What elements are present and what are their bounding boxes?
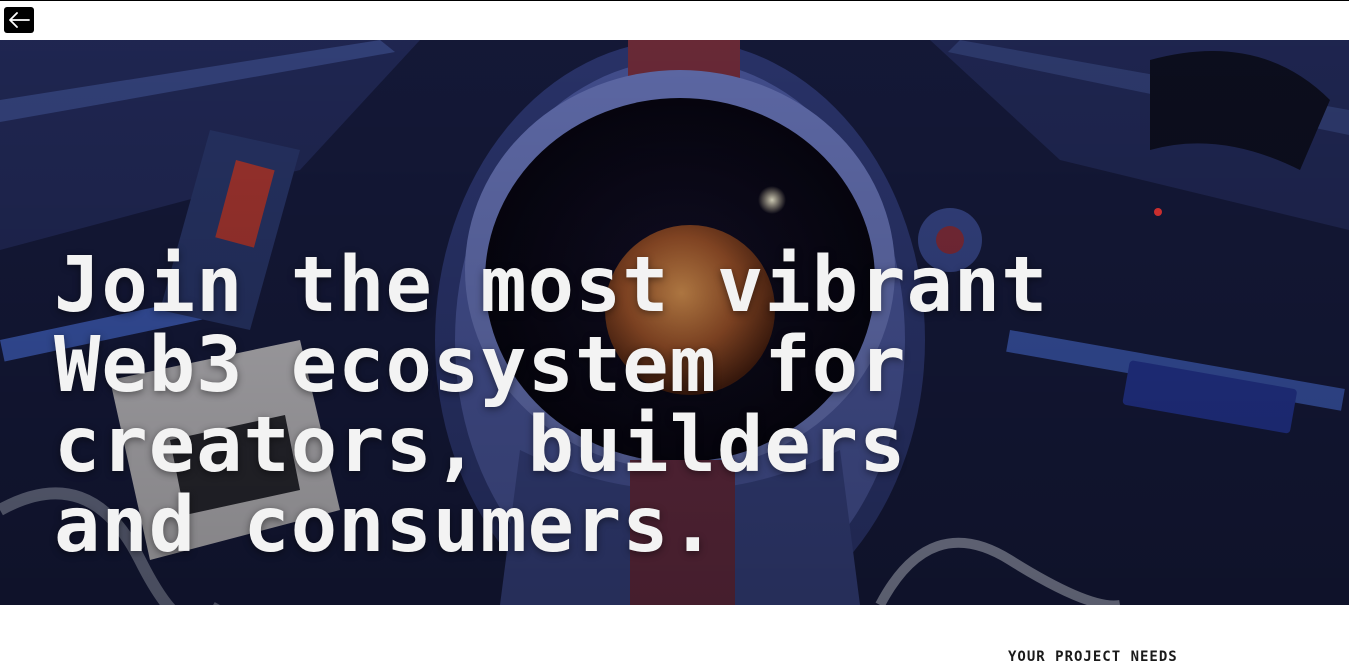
section-heading-cut-off: YOUR PROJECT NEEDS bbox=[1008, 649, 1178, 665]
top-bar bbox=[0, 0, 1349, 40]
hero-banner: Join the most vibrant Web3 ecosystem for… bbox=[0, 40, 1349, 605]
hero-headline: Join the most vibrant Web3 ecosystem for… bbox=[54, 241, 1049, 570]
arrow-left-icon bbox=[9, 12, 30, 28]
back-button[interactable] bbox=[4, 7, 34, 33]
